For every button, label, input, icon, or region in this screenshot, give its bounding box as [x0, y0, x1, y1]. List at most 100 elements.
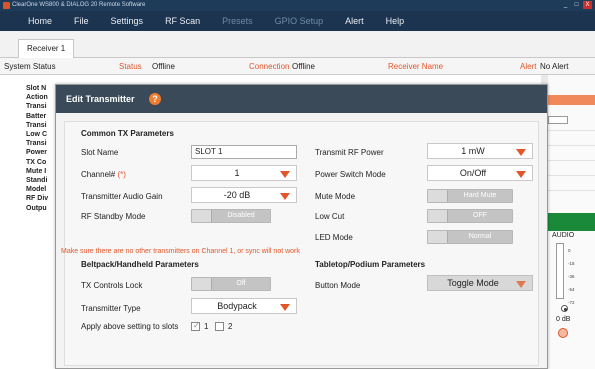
- status-row: System Status Status Offline Connection …: [0, 58, 595, 75]
- rf-power-value: 1 mW: [461, 146, 485, 156]
- beltpack-params-header: Beltpack/Handheld Parameters: [81, 260, 199, 269]
- slot-2-label: 2: [228, 322, 233, 331]
- status-value: Offline: [152, 62, 175, 71]
- menu-presets[interactable]: Presets: [222, 16, 253, 26]
- meter-tick: -54: [568, 287, 575, 292]
- window-title: ClearOne WS800 & DIALOG 20 Remote Softwa…: [12, 2, 146, 8]
- menu-settings[interactable]: Settings: [111, 16, 144, 26]
- audio-level-meter: [556, 243, 564, 299]
- maximize-button[interactable]: □: [572, 1, 581, 9]
- slot-name-input[interactable]: SLOT 1: [191, 145, 297, 159]
- sync-warning: Make sure there are no other transmitter…: [61, 248, 300, 255]
- meter-tick: -18: [568, 261, 575, 266]
- menu-help[interactable]: Help: [386, 16, 405, 26]
- window-titlebar: ClearOne WS800 & DIALOG 20 Remote Softwa…: [0, 0, 595, 11]
- audio-gain-value: -20 dB: [223, 190, 251, 200]
- slot-1-checkbox[interactable]: [191, 321, 200, 331]
- status-green-bar: [548, 213, 595, 231]
- chevron-down-icon: [516, 149, 526, 156]
- tx-lock-value: Off: [236, 280, 246, 287]
- divider: [548, 160, 595, 161]
- dialog-title: Edit Transmitter: [66, 94, 135, 104]
- chevron-down-icon: [516, 281, 526, 288]
- led-mode-toggle[interactable]: Normal: [427, 230, 513, 244]
- audio-label: AUDIO: [552, 232, 575, 239]
- audio-gain-label: Transmitter Audio Gain: [81, 192, 163, 201]
- tx-type-dropdown[interactable]: Bodypack: [191, 298, 297, 314]
- mute-mode-toggle[interactable]: Hard Mute: [427, 189, 513, 203]
- highlight-bar: [548, 95, 595, 105]
- low-cut-value: OFF: [473, 212, 487, 219]
- tabletop-params-header: Tabletop/Podium Parameters: [315, 260, 426, 269]
- channel-label-text: Channel#: [81, 170, 116, 179]
- dialog-header: Edit Transmitter ?: [56, 85, 547, 113]
- help-icon[interactable]: ?: [149, 93, 161, 105]
- power-switch-label: Power Switch Mode: [315, 170, 386, 179]
- divider: [548, 175, 595, 176]
- gain-slider-knob[interactable]: [558, 328, 568, 338]
- meter-tick: -72: [568, 300, 575, 305]
- chevron-down-icon: [280, 171, 290, 178]
- rf-standby-value: Disabled: [227, 212, 255, 219]
- common-params-header: Common TX Parameters: [81, 129, 174, 138]
- button-mode-value: Toggle Mode: [447, 278, 499, 288]
- button-mode-dropdown[interactable]: Toggle Mode: [427, 275, 533, 291]
- power-switch-dropdown[interactable]: On/Off: [427, 165, 533, 181]
- menu-rf-scan[interactable]: RF Scan: [165, 16, 200, 26]
- edit-transmitter-dialog: Edit Transmitter ? Common TX Parameters …: [55, 84, 548, 369]
- divider: [548, 130, 595, 131]
- meter-ticks: 0 -18 -36 -54 -72: [568, 244, 575, 309]
- chevron-down-icon: [280, 304, 290, 311]
- rf-standby-label: RF Standby Mode: [81, 212, 146, 221]
- tx-lock-toggle[interactable]: Off: [191, 277, 271, 291]
- slot-1-label: 1: [204, 322, 209, 331]
- close-window-button[interactable]: X: [583, 1, 592, 9]
- mute-mode-label: Mute Mode: [315, 192, 356, 201]
- power-switch-value: On/Off: [459, 168, 487, 178]
- window-controls: _ □ X: [561, 1, 592, 9]
- toggle-knob: [428, 210, 448, 222]
- alert-label: Alert: [520, 62, 537, 71]
- app-logo-icon: [3, 2, 10, 9]
- meter-tick: 0: [568, 248, 571, 253]
- low-cut-toggle[interactable]: OFF: [427, 209, 513, 223]
- menu-alert[interactable]: Alert: [345, 16, 364, 26]
- mute-mode-value: Hard Mute: [463, 192, 497, 199]
- channel-value: 1: [234, 168, 240, 178]
- status-label: Status: [119, 62, 142, 71]
- connection-value: Offline: [292, 62, 315, 71]
- led-mode-value: Normal: [468, 233, 492, 240]
- menu-bar: Home File Settings RF Scan Presets GPIO …: [0, 11, 595, 31]
- channel-dropdown[interactable]: 1: [191, 165, 297, 181]
- apply-slots-label: Apply above setting to slots: [81, 322, 179, 331]
- tab-receiver-1[interactable]: Receiver 1: [18, 39, 75, 58]
- tx-type-label: Transmitter Type: [81, 304, 141, 313]
- menu-gpio-setup[interactable]: GPIO Setup: [275, 16, 324, 26]
- slot-name-label: Slot Name: [81, 148, 119, 157]
- toggle-knob: [192, 210, 212, 222]
- background-field[interactable]: [548, 116, 568, 124]
- toggle-knob: [192, 278, 212, 290]
- toggle-knob: [428, 231, 448, 243]
- tab-strip: Receiver 1: [0, 31, 595, 58]
- rf-power-dropdown[interactable]: 1 mW: [427, 143, 533, 159]
- tx-type-value: Bodypack: [217, 301, 257, 311]
- menu-home[interactable]: Home: [28, 16, 52, 26]
- alert-value: No Alert: [540, 62, 569, 71]
- required-marker: (*): [117, 170, 126, 179]
- minimize-button[interactable]: _: [561, 1, 570, 9]
- audio-gain-dropdown[interactable]: -20 dB: [191, 187, 297, 203]
- dialog-body: Common TX Parameters Slot Name SLOT 1 Ch…: [61, 121, 539, 366]
- db-value: 0 dB: [556, 316, 571, 323]
- tx-lock-label: TX Controls Lock: [81, 281, 143, 290]
- channel-label: Channel# (*): [81, 170, 126, 179]
- rf-standby-toggle[interactable]: Disabled: [191, 209, 271, 223]
- button-mode-label: Button Mode: [315, 281, 361, 290]
- divider: [548, 190, 595, 191]
- menu-file[interactable]: File: [74, 16, 89, 26]
- meter-radio[interactable]: [561, 305, 568, 312]
- chevron-down-icon: [280, 193, 290, 200]
- connection-label: Connection: [249, 62, 290, 71]
- meter-tick: -36: [568, 274, 575, 279]
- slot-2-checkbox[interactable]: [215, 322, 224, 331]
